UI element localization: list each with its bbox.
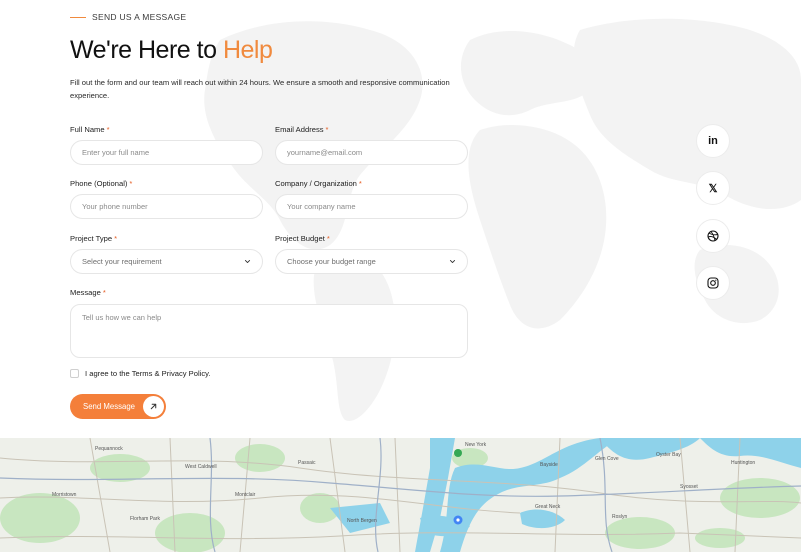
title-accent: Help <box>222 36 273 64</box>
company-label-text: Company / Organization <box>275 179 357 188</box>
required-mark: * <box>325 125 329 134</box>
project-type-label: Project Type * <box>70 234 117 243</box>
chevron-down-icon <box>449 259 456 264</box>
company-label: Company / Organization * <box>275 179 362 188</box>
email-input[interactable] <box>275 140 468 165</box>
x-button[interactable]: 𝕏 <box>696 171 730 205</box>
linkedin-icon: in <box>708 135 718 147</box>
instagram-button[interactable] <box>696 266 730 300</box>
full-name-label-text: Full Name <box>70 125 105 134</box>
terms-checkbox[interactable] <box>70 369 79 378</box>
send-message-label: Send Message <box>83 402 136 411</box>
phone-label: Phone (Optional) * <box>70 179 132 188</box>
instagram-icon <box>707 277 719 289</box>
map-label: Passaic <box>298 460 316 466</box>
terms-label: I agree to the Terms & Privacy Policy. <box>85 369 211 378</box>
map-label: West Caldwell <box>185 464 217 470</box>
map-label: Florham Park <box>130 516 161 522</box>
section-eyebrow: SEND US A MESSAGE <box>70 12 186 22</box>
eyebrow-text: SEND US A MESSAGE <box>92 12 187 22</box>
map-label: Huntington <box>731 460 755 466</box>
project-type-label-text: Project Type <box>70 234 113 243</box>
page-title: We're Here to Help <box>70 36 273 65</box>
terms-row: I agree to the Terms & Privacy Policy. <box>70 369 211 378</box>
linkedin-button[interactable]: in <box>696 124 730 158</box>
map-label: Syosset <box>680 484 698 490</box>
map-label: Oyster Bay <box>656 452 681 458</box>
required-mark: * <box>114 234 118 243</box>
phone-label-text: Phone (Optional) <box>70 179 128 188</box>
project-budget-select[interactable]: Choose your budget range <box>275 249 468 274</box>
project-type-value: Select your requirement <box>82 257 162 266</box>
dribbble-icon <box>707 230 719 242</box>
full-name-input[interactable] <box>70 140 263 165</box>
required-mark: * <box>102 288 106 297</box>
required-mark: * <box>326 234 330 243</box>
message-label-text: Message <box>70 288 101 297</box>
full-name-label: Full Name * <box>70 125 110 134</box>
required-mark: * <box>106 125 110 134</box>
eyebrow-line <box>70 16 86 18</box>
section-description: Fill out the form and our team will reac… <box>70 78 450 100</box>
title-main: We're Here to <box>70 36 223 64</box>
map-label: Roslyn <box>612 514 628 520</box>
map-canvas: Pequannock West Caldwell Passaic North B… <box>0 438 801 552</box>
location-map[interactable]: Pequannock West Caldwell Passaic North B… <box>0 438 801 552</box>
dribbble-button[interactable] <box>696 219 730 253</box>
chevron-down-icon <box>244 259 251 264</box>
message-label: Message * <box>70 288 106 297</box>
project-budget-value: Choose your budget range <box>287 257 376 266</box>
map-label: New York <box>465 442 487 448</box>
map-label: Montclair <box>235 492 256 498</box>
required-mark: * <box>358 179 362 188</box>
map-label: Great Neck <box>535 504 561 510</box>
send-message-button[interactable]: Send Message <box>70 394 166 419</box>
required-mark: * <box>129 179 133 188</box>
x-icon: 𝕏 <box>708 182 718 195</box>
map-label: Morristown <box>52 492 77 498</box>
map-label: Pequannock <box>95 446 123 452</box>
arrow-up-right-icon <box>143 396 164 417</box>
email-label-text: Email Address <box>275 125 324 134</box>
company-input[interactable] <box>275 194 468 219</box>
map-label: Glen Cove <box>595 456 619 462</box>
project-budget-label: Project Budget * <box>275 234 330 243</box>
message-textarea[interactable] <box>70 304 468 358</box>
project-type-select[interactable]: Select your requirement <box>70 249 263 274</box>
map-label: Bayside <box>540 462 558 468</box>
phone-input[interactable] <box>70 194 263 219</box>
project-budget-label-text: Project Budget <box>275 234 325 243</box>
map-label: North Bergen <box>347 518 377 524</box>
email-label: Email Address * <box>275 125 329 134</box>
